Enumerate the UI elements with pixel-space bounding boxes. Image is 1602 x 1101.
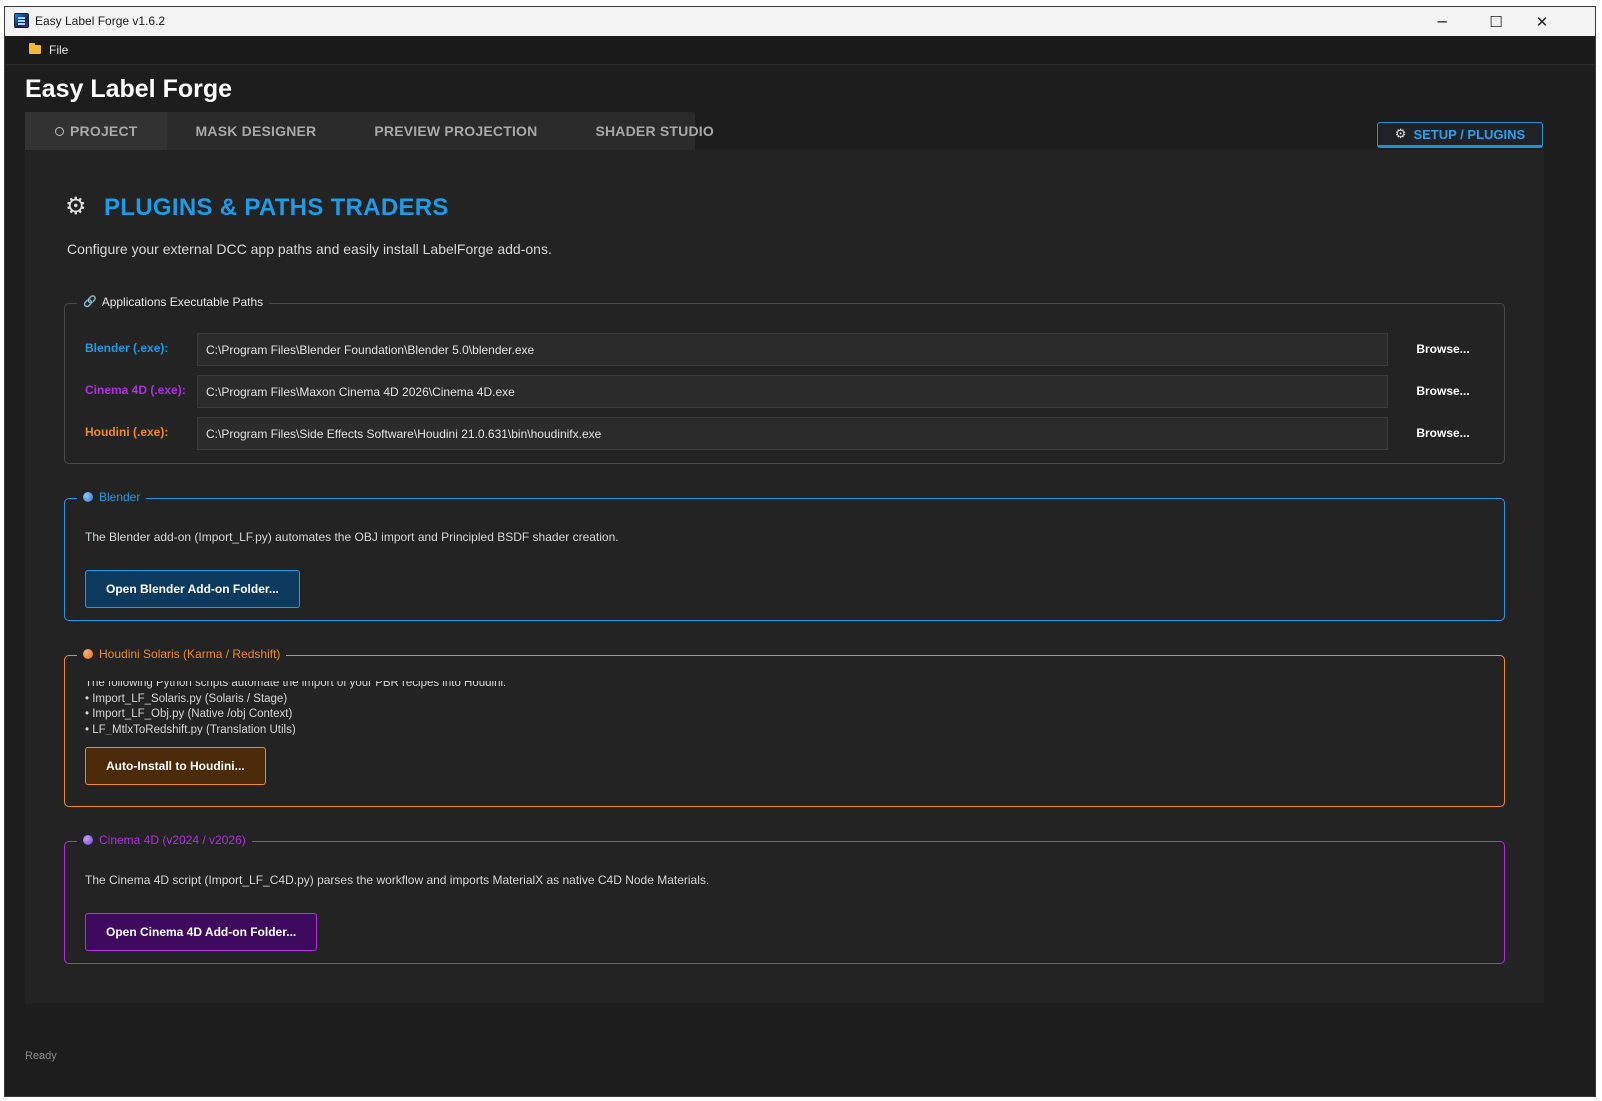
setup-panel: ⚙ PLUGINS & PATHS TRADERS Configure your… <box>25 150 1544 1003</box>
auto-install-houdini-button[interactable]: Auto-Install to Houdini... <box>85 747 266 785</box>
menu-file[interactable]: File <box>49 43 68 57</box>
blender-legend-label: Blender <box>99 490 141 504</box>
app-window: Easy Label Forge v1.6.2 ─ ☐ ✕ File Easy … <box>4 6 1596 1097</box>
paths-legend-label: Applications Executable Paths <box>101 295 264 309</box>
link-icon: 🔗 <box>83 295 97 308</box>
tab-setup-plugins-label: SETUP / PLUGINS <box>1413 126 1526 142</box>
close-button[interactable]: ✕ <box>1519 7 1565 36</box>
blender-dot-icon <box>83 492 93 502</box>
window-title: Easy Label Forge v1.6.2 <box>35 14 166 28</box>
app-heading: Easy Label Forge <box>25 75 233 103</box>
tab-shader-studio[interactable]: SHADER STUDIO <box>566 112 743 150</box>
cinema4d-legend: Cinema 4D (v2024 / v2026) <box>77 832 252 848</box>
houdini-path-label: Houdini (.exe): <box>85 425 169 439</box>
blender-legend: Blender <box>77 489 147 505</box>
open-blender-folder-button[interactable]: Open Blender Add-on Folder... <box>85 570 300 608</box>
paths-legend: 🔗 Applications Executable Paths <box>77 294 270 310</box>
cinema4d-path-input[interactable] <box>197 375 1388 408</box>
tab-project-label: PROJECT <box>70 123 138 139</box>
houdini-scripts-text[interactable]: The following Python scripts automate th… <box>85 681 985 735</box>
status-bar-text: Ready <box>25 1050 57 1062</box>
minimize-button[interactable]: ─ <box>1419 7 1465 36</box>
blender-path-label: Blender (.exe): <box>85 341 169 355</box>
houdini-group: Houdini Solaris (Karma / Redshift) The f… <box>64 646 1505 807</box>
blender-group: Blender The Blender add-on (Import_LF.py… <box>64 489 1505 621</box>
houdini-text-line: • Import_LF_Solaris.py (Solaris / Stage) <box>85 692 288 705</box>
tab-preview-projection[interactable]: PREVIEW PROJECTION <box>345 112 566 150</box>
tab-bar: PROJECT MASK DESIGNER PREVIEW PROJECTION… <box>25 112 714 150</box>
houdini-legend-label: Houdini Solaris (Karma / Redshift) <box>99 647 281 661</box>
gear-icon: ⚙ <box>1394 126 1407 142</box>
page-subtitle: Configure your external DCC app paths an… <box>67 241 552 257</box>
cinema4d-path-label: Cinema 4D (.exe): <box>85 383 186 397</box>
tab-project[interactable]: PROJECT <box>25 112 167 150</box>
cinema4d-browse-button[interactable]: Browse... <box>1408 375 1478 408</box>
open-cinema4d-folder-button[interactable]: Open Cinema 4D Add-on Folder... <box>85 913 318 951</box>
houdini-text-line: • Import_LF_Obj.py (Native /obj Context) <box>85 708 293 720</box>
gear-icon: ⚙ <box>65 192 87 220</box>
title-bar: Easy Label Forge v1.6.2 ─ ☐ ✕ <box>5 7 1595 36</box>
houdini-dot-icon <box>83 649 93 659</box>
houdini-legend: Houdini Solaris (Karma / Redshift) <box>77 646 287 662</box>
houdini-path-input[interactable] <box>197 417 1388 450</box>
blender-description: The Blender add-on (Import_LF.py) automa… <box>85 530 619 544</box>
cinema4d-description: The Cinema 4D script (Import_LF_C4D.py) … <box>85 873 710 887</box>
blender-path-input[interactable] <box>197 333 1388 366</box>
circle-icon <box>55 127 64 136</box>
houdini-text-line: • LF_MtlxToRedshift.py (Translation Util… <box>85 723 296 736</box>
menu-bar: File <box>5 36 1595 65</box>
maximize-button[interactable]: ☐ <box>1473 7 1519 36</box>
houdini-browse-button[interactable]: Browse... <box>1408 417 1478 450</box>
tab-mask-designer[interactable]: MASK DESIGNER <box>167 112 346 150</box>
paths-group: 🔗 Applications Executable Paths Blender … <box>64 294 1505 464</box>
tab-setup-plugins[interactable]: ⚙ SETUP / PLUGINS <box>1377 122 1543 148</box>
folder-icon <box>29 43 41 54</box>
app-logo-icon <box>14 13 29 28</box>
cinema4d-dot-icon <box>83 835 93 845</box>
blender-browse-button[interactable]: Browse... <box>1408 333 1478 366</box>
cinema4d-legend-label: Cinema 4D (v2024 / v2026) <box>99 833 246 847</box>
cinema4d-group: Cinema 4D (v2024 / v2026) The Cinema 4D … <box>64 832 1505 964</box>
page-title: PLUGINS & PATHS TRADERS <box>104 194 449 221</box>
houdini-text-line: The following Python scripts automate th… <box>85 681 507 689</box>
